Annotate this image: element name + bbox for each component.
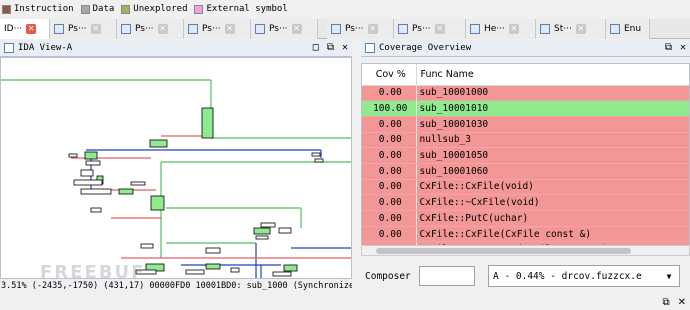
coverage-icon bbox=[365, 43, 375, 53]
enums-icon bbox=[610, 24, 620, 34]
legend-swatch bbox=[194, 4, 204, 14]
func-name-cell: sub_10001000 bbox=[416, 85, 689, 102]
tab-pseudocode-5[interactable]: Ps··· ✕ bbox=[327, 19, 394, 39]
table-row[interactable]: 0.00 CxFile::CxFile(void) bbox=[362, 179, 689, 196]
close-icon[interactable]: ✕ bbox=[367, 24, 378, 34]
cov-percent-cell: 0.00 bbox=[362, 226, 417, 243]
bottom-panel-bar: ⧉ ✕ bbox=[0, 296, 690, 310]
func-name-cell: nullsub_3 bbox=[416, 132, 689, 149]
close-icon[interactable]: ✕ bbox=[508, 24, 519, 34]
splitter[interactable] bbox=[352, 39, 361, 296]
ida-view-header: IDA View-A □ ⧉ ✕ bbox=[0, 40, 352, 57]
restore-icon[interactable]: ⧉ bbox=[665, 42, 672, 53]
cov-percent-cell: 0.00 bbox=[362, 116, 417, 133]
cov-percent-cell: 0.00 bbox=[362, 147, 417, 164]
tab-pseudocode-4[interactable]: Ps··· ✕ bbox=[251, 19, 318, 39]
func-name-cell: CxFile::~CxFile(void) bbox=[416, 194, 689, 211]
func-name-cell: sub_10001010 bbox=[416, 100, 689, 117]
legend-swatch bbox=[121, 4, 131, 14]
tab-pseudocode-1[interactable]: Ps··· ✕ bbox=[50, 19, 117, 39]
func-name-cell: sub_10001060 bbox=[416, 163, 689, 180]
coverage-table: Cov % Func Name 0.00 sub_10001000 100.00 su… bbox=[361, 63, 690, 256]
control-flow-graph bbox=[1, 79, 351, 278]
tab-bar: ID··· ✕ Ps··· ✕ Ps··· ✕ Ps··· ✕ Ps··· ✕ Ps···… bbox=[0, 19, 690, 39]
table-row[interactable]: 100.00 sub_10001010 bbox=[362, 100, 689, 117]
composer-label: Composer bbox=[365, 270, 411, 282]
column-header-cov[interactable]: Cov % bbox=[362, 64, 417, 86]
legend-swatch bbox=[2, 4, 11, 14]
restore-icon[interactable]: ⧉ bbox=[327, 42, 334, 53]
composer-row: Composer bbox=[365, 266, 475, 286]
tab-pseudocode-3[interactable]: Ps··· ✕ bbox=[184, 19, 251, 39]
pseudocode-icon bbox=[188, 24, 198, 34]
legend-item-data: Data bbox=[80, 4, 114, 14]
float-icon[interactable]: □ bbox=[313, 42, 319, 53]
cov-percent-cell: 0.00 bbox=[362, 179, 417, 196]
table-row[interactable]: 0.00 sub_10001060 bbox=[362, 163, 689, 180]
func-name-cell: sub_10001030 bbox=[416, 116, 689, 133]
pseudocode-icon bbox=[255, 24, 265, 34]
cov-percent-cell: 100.00 bbox=[362, 100, 417, 117]
func-name-cell: sub_10001050 bbox=[416, 147, 689, 164]
close-icon[interactable]: ✕ bbox=[678, 297, 686, 308]
tab-hex-view[interactable]: He··· ✕ bbox=[466, 19, 536, 39]
cov-percent-cell: 0.00 bbox=[362, 85, 417, 102]
close-icon[interactable]: ✕ bbox=[291, 24, 302, 34]
func-name-cell: CxFile::PutC(uchar) bbox=[416, 210, 689, 227]
graph-view[interactable] bbox=[0, 57, 352, 279]
pseudocode-icon bbox=[121, 24, 131, 34]
close-icon[interactable]: ✕ bbox=[434, 24, 445, 34]
coverage-header: Coverage Overview ⧉ ✕ bbox=[361, 40, 690, 57]
composer-input[interactable] bbox=[418, 266, 475, 286]
restore-icon[interactable]: ⧉ bbox=[662, 297, 669, 308]
watermark: FREEBUF bbox=[40, 262, 146, 283]
legend-item-external: External symbol bbox=[194, 4, 288, 14]
legend-swatch bbox=[80, 4, 90, 14]
close-icon[interactable]: ✕ bbox=[575, 24, 586, 34]
table-row[interactable]: 0.00 sub_10001030 bbox=[362, 116, 689, 133]
tab-structures[interactable]: St··· ✕ bbox=[536, 19, 606, 39]
func-name-cell: CxFile::CxFile(CxFile const &) bbox=[416, 226, 689, 243]
tab-enums[interactable]: Enu bbox=[606, 19, 650, 39]
column-header-func-name[interactable]: Func Name bbox=[416, 64, 689, 86]
cov-percent-cell: 0.00 bbox=[362, 210, 417, 227]
table-row[interactable]: 0.00 CxFile::CxFile(CxFile const &) bbox=[362, 226, 689, 243]
close-icon[interactable]: ✕ bbox=[90, 24, 101, 34]
pseudocode-icon bbox=[54, 24, 64, 34]
ida-view-icon bbox=[4, 43, 14, 53]
pseudocode-icon bbox=[331, 24, 341, 34]
close-icon[interactable]: ✕ bbox=[342, 42, 348, 53]
scrollbar-thumb[interactable] bbox=[376, 248, 631, 254]
table-row[interactable]: 0.00 nullsub_3 bbox=[362, 132, 689, 149]
chevron-down-icon[interactable]: ▼ bbox=[663, 272, 675, 281]
hex-view-icon bbox=[470, 24, 480, 34]
table-row[interactable]: 0.00 sub_10001050 bbox=[362, 147, 689, 164]
pseudocode-icon bbox=[398, 24, 408, 34]
table-row[interactable]: 0.00 CxFile::~CxFile(void) bbox=[362, 194, 689, 211]
close-icon[interactable]: ✕ bbox=[680, 42, 686, 53]
close-icon[interactable]: ✕ bbox=[224, 24, 235, 34]
close-icon[interactable]: ✕ bbox=[157, 24, 168, 34]
segment-legend: Instruction Data Unexplored External sym… bbox=[0, 0, 690, 18]
horizontal-scrollbar[interactable] bbox=[361, 245, 690, 256]
cov-percent-cell: 0.00 bbox=[362, 163, 417, 180]
structures-icon bbox=[540, 24, 550, 34]
func-name-cell: CxFile::CxFile(void) bbox=[416, 179, 689, 196]
coverage-selector[interactable]: A - 0.44% - drcov.fuzzcx.e ▼ bbox=[488, 265, 680, 287]
tab-pseudocode-6[interactable]: Ps··· ✕ bbox=[394, 19, 466, 39]
cov-percent-cell: 0.00 bbox=[362, 132, 417, 149]
tab-ida-view[interactable]: ID··· ✕ bbox=[0, 19, 50, 39]
table-row[interactable]: 0.00 CxFile::PutC(uchar) bbox=[362, 210, 689, 227]
legend-item-unexplored: Unexplored bbox=[121, 4, 187, 14]
table-row[interactable]: 0.00 sub_10001000 bbox=[362, 85, 689, 102]
legend-item-instruction: Instruction bbox=[2, 4, 74, 14]
close-icon[interactable]: ✕ bbox=[26, 24, 37, 34]
cov-percent-cell: 0.00 bbox=[362, 194, 417, 211]
tab-pseudocode-2[interactable]: Ps··· ✕ bbox=[117, 19, 184, 39]
